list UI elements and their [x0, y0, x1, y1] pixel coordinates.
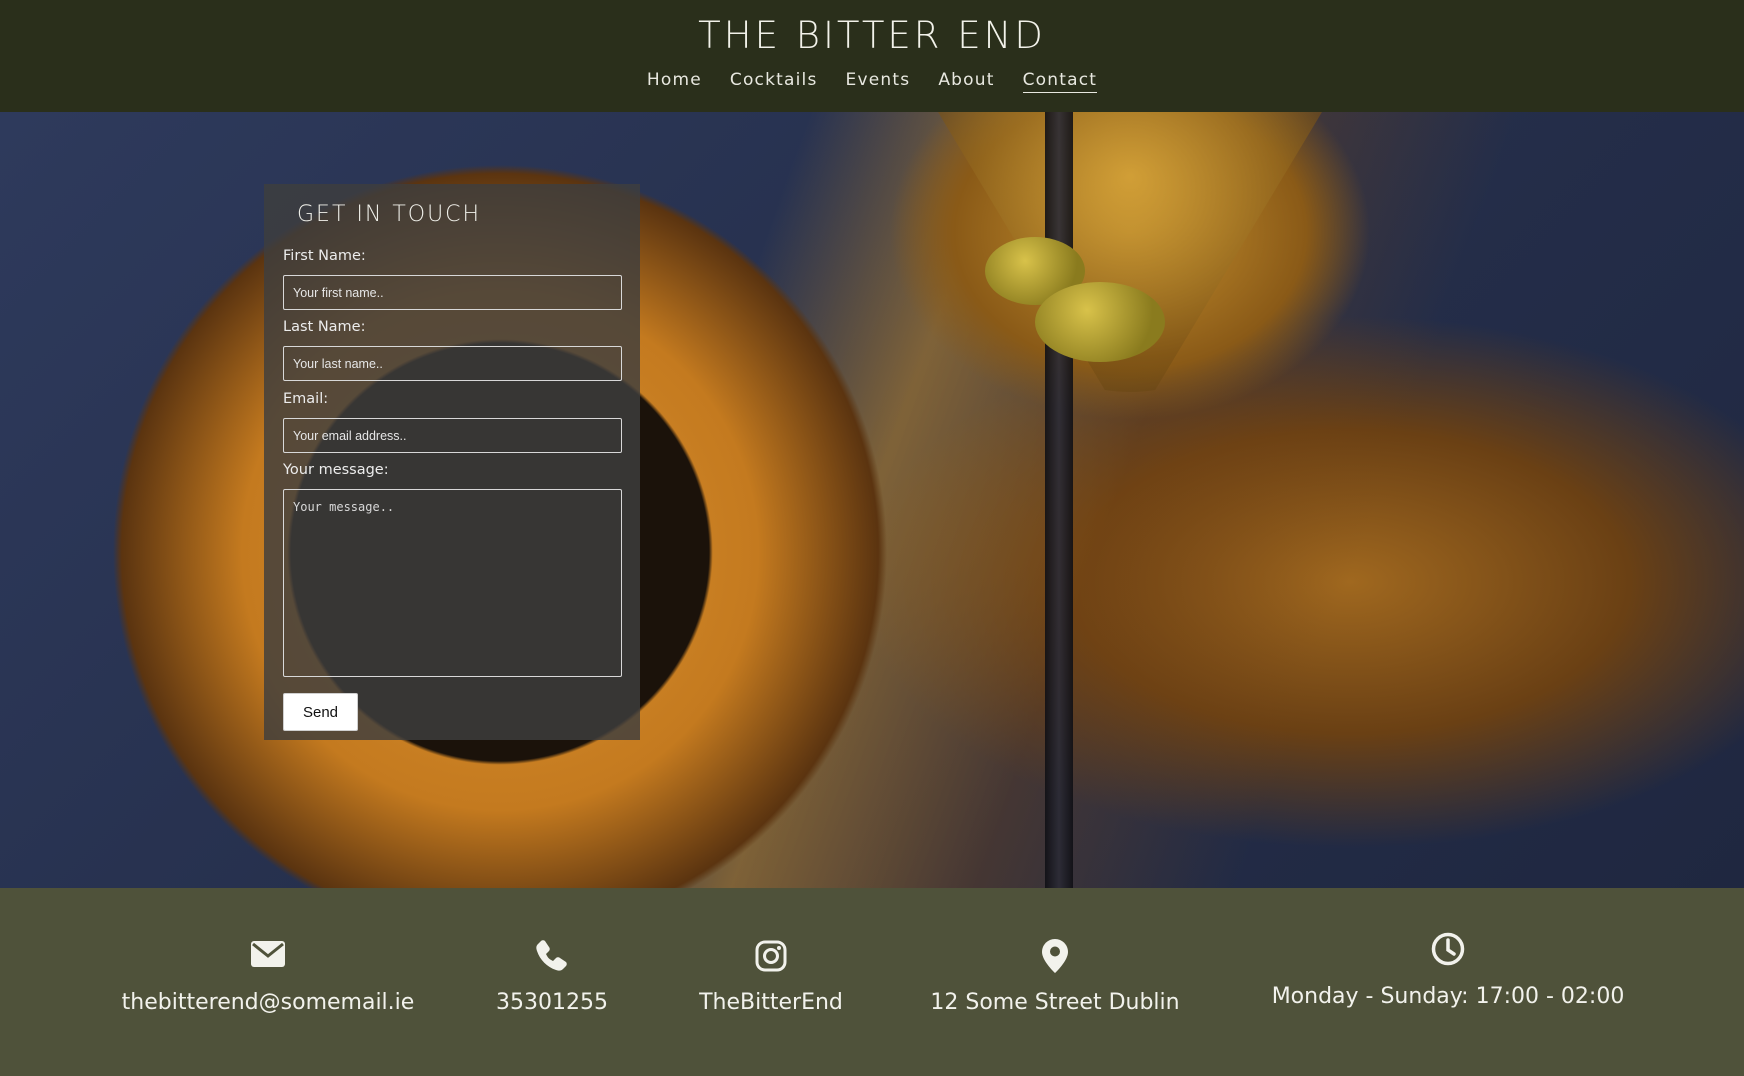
- last-name-label: Last Name:: [283, 319, 366, 335]
- hero-background: GET IN TOUCH First Name: Last Name: Emai…: [0, 112, 1744, 888]
- phone-icon: [536, 940, 567, 971]
- envelope-icon: [251, 941, 285, 967]
- nav-about[interactable]: About: [938, 70, 994, 93]
- olive: [1035, 282, 1165, 362]
- footer-hours: Monday - Sunday: 17:00 - 02:00: [1268, 932, 1628, 1009]
- last-name-input[interactable]: [283, 346, 622, 381]
- clock-icon: [1431, 932, 1465, 966]
- main-nav: Home Cocktails Events About Contact: [0, 70, 1744, 93]
- martini-glass-stem: [1045, 112, 1073, 888]
- send-button[interactable]: Send: [283, 693, 358, 731]
- instagram-icon: [755, 940, 787, 972]
- footer-instagram-text: TheBitterEnd: [699, 990, 843, 1015]
- message-textarea[interactable]: [283, 489, 622, 677]
- footer-phone[interactable]: 35301255: [472, 938, 632, 1015]
- first-name-label: First Name:: [283, 248, 366, 264]
- site-title: THE BITTER END: [698, 14, 1046, 57]
- footer-address-text: 12 Some Street Dublin: [930, 990, 1180, 1015]
- form-title: GET IN TOUCH: [297, 202, 482, 227]
- footer-hours-text: Monday - Sunday: 17:00 - 02:00: [1271, 984, 1625, 1009]
- email-label: Email:: [283, 391, 329, 407]
- footer-phone-text: 35301255: [496, 990, 608, 1015]
- site-footer: thebitterend@somemail.ie 35301255 TheBit…: [0, 888, 1744, 1076]
- footer-instagram[interactable]: TheBitterEnd: [680, 940, 862, 1015]
- nav-events[interactable]: Events: [846, 70, 911, 93]
- nav-contact[interactable]: Contact: [1022, 70, 1098, 93]
- footer-address[interactable]: 12 Some Street Dublin: [930, 938, 1180, 1015]
- site-header: THE BITTER END Home Cocktails Events Abo…: [0, 0, 1744, 112]
- first-name-input[interactable]: [283, 275, 622, 310]
- footer-email-text: thebitterend@somemail.ie: [121, 990, 415, 1015]
- map-pin-icon: [1042, 939, 1068, 973]
- footer-email[interactable]: thebitterend@somemail.ie: [100, 940, 436, 1015]
- message-label: Your message:: [283, 462, 389, 478]
- contact-form-panel: GET IN TOUCH First Name: Last Name: Emai…: [264, 184, 640, 740]
- email-input[interactable]: [283, 418, 622, 453]
- nav-home[interactable]: Home: [647, 70, 702, 93]
- nav-cocktails[interactable]: Cocktails: [730, 70, 818, 93]
